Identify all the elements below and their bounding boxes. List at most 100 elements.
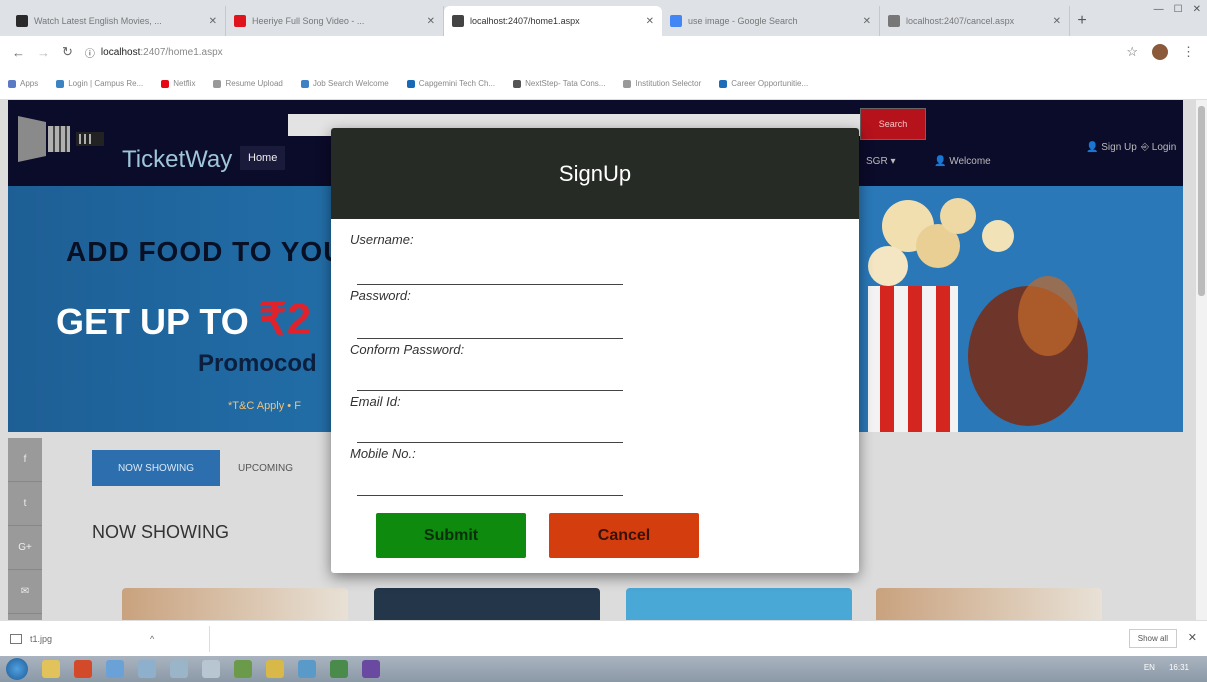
- bookmark-item[interactable]: Job Search Welcome: [300, 79, 389, 88]
- bookmark-label: Login | Campus Re...: [68, 79, 144, 88]
- signup-link[interactable]: 👤 Sign Up: [1086, 142, 1137, 153]
- apps-grid-icon: [8, 79, 16, 88]
- login-link[interactable]: ⎆ Login: [1141, 142, 1176, 153]
- bookmark-label: Netflix: [173, 79, 196, 88]
- tab-close-icon[interactable]: ✕: [646, 16, 654, 27]
- downloads-close-icon[interactable]: ✕: [1188, 631, 1197, 644]
- tab-title: use image - Google Search: [688, 16, 798, 26]
- paint-icon[interactable]: [106, 660, 124, 678]
- submit-button[interactable]: Submit: [376, 513, 526, 558]
- mobile-input[interactable]: [357, 495, 623, 496]
- system-tray: EN 16:31: [1144, 663, 1189, 672]
- signup-modal: SignUp Username: Password: Conform Passw…: [331, 128, 859, 573]
- cancel-button[interactable]: Cancel: [549, 513, 699, 558]
- tab-favicon-icon: [888, 15, 900, 27]
- file-explorer-icon[interactable]: [42, 660, 60, 678]
- username-input[interactable]: [357, 284, 623, 285]
- tab-close-icon[interactable]: ✕: [1053, 16, 1061, 27]
- bookmark-favicon-icon: [513, 79, 522, 88]
- tab-now-showing[interactable]: NOW SHOWING: [92, 450, 220, 486]
- search-button[interactable]: Search: [860, 108, 926, 140]
- google-plus-icon[interactable]: G+: [8, 526, 42, 570]
- forward-icon[interactable]: →: [37, 45, 50, 60]
- profile-avatar[interactable]: [1152, 44, 1168, 60]
- language-indicator[interactable]: EN: [1144, 663, 1155, 672]
- movie-poster[interactable]: [626, 588, 852, 620]
- minimize-icon[interactable]: —: [1154, 4, 1164, 15]
- office-icon[interactable]: [74, 660, 92, 678]
- image-file-icon: [10, 633, 22, 644]
- browser-toolbar: ← → ↻ ⓘ localhost:2407/home1.aspx ☆ ⋮: [0, 36, 1207, 68]
- chrome-icon[interactable]: [330, 660, 348, 678]
- download-options-icon[interactable]: ^: [150, 634, 154, 644]
- bookmark-label: Institution Selector: [635, 79, 702, 88]
- bookmark-item[interactable]: Netflix: [161, 79, 195, 88]
- scrollbar-thumb[interactable]: [1198, 106, 1205, 296]
- tab-upcoming[interactable]: UPCOMING: [238, 450, 293, 486]
- bookmark-item[interactable]: Career Opportunitie...: [719, 79, 808, 88]
- brand-name[interactable]: TicketWay: [122, 146, 232, 174]
- visual-studio-icon[interactable]: [362, 660, 380, 678]
- clock[interactable]: 16:31: [1169, 663, 1189, 672]
- browser-tab-active[interactable]: localhost:2407/home1.aspx ✕: [444, 6, 662, 36]
- menu-icon[interactable]: ⋮: [1182, 44, 1195, 60]
- login-label: Login: [1151, 142, 1177, 153]
- tab-close-icon[interactable]: ✕: [863, 16, 871, 27]
- password-label: Password:: [350, 288, 411, 303]
- bookmark-favicon-icon: [56, 79, 65, 88]
- bookmark-item[interactable]: NextStep- Tata Cons...: [513, 79, 605, 88]
- back-icon[interactable]: ←: [12, 45, 25, 60]
- download-item[interactable]: t1.jpg ^: [10, 625, 210, 652]
- reload-icon[interactable]: ↻: [62, 44, 73, 60]
- app-icon[interactable]: [266, 660, 284, 678]
- bookmark-favicon-icon: [161, 79, 170, 88]
- bookmark-label: Apps: [20, 79, 39, 88]
- show-all-button[interactable]: Show all: [1128, 629, 1177, 648]
- email-input[interactable]: [357, 442, 623, 443]
- new-tab-button[interactable]: +: [1070, 6, 1094, 36]
- tab-close-icon[interactable]: ✕: [209, 16, 217, 27]
- app-icon[interactable]: [234, 660, 252, 678]
- browser-tab[interactable]: localhost:2407/cancel.aspx ✕: [880, 6, 1070, 36]
- facebook-icon[interactable]: f: [8, 438, 42, 482]
- downloads-bar: t1.jpg ^ Show all ✕: [0, 620, 1207, 656]
- browser-tab[interactable]: Watch Latest English Movies, ... ✕: [8, 6, 226, 36]
- bookmark-label: NextStep- Tata Cons...: [525, 79, 606, 88]
- app-icon[interactable]: [202, 660, 220, 678]
- movie-poster[interactable]: [876, 588, 1102, 620]
- confirm-password-input[interactable]: [357, 390, 623, 391]
- bookmark-label: Capgemini Tech Ch...: [418, 79, 496, 88]
- city-dropdown[interactable]: SGR ▾: [866, 156, 895, 167]
- banner-promocode: Promocod: [198, 350, 317, 377]
- bookmark-item[interactable]: Resume Upload: [213, 79, 283, 88]
- page-scrollbar[interactable]: [1196, 100, 1207, 620]
- movie-poster[interactable]: [122, 588, 348, 620]
- window-controls: — ☐ ✕: [1154, 4, 1201, 15]
- bookmark-item[interactable]: Login | Campus Re...: [56, 79, 143, 88]
- close-window-icon[interactable]: ✕: [1193, 4, 1201, 15]
- tab-title: Watch Latest English Movies, ...: [34, 16, 162, 26]
- info-icon[interactable]: ⓘ: [85, 45, 95, 60]
- start-button-icon[interactable]: [6, 658, 28, 680]
- maximize-icon[interactable]: ☐: [1174, 4, 1183, 15]
- bookmarks-bar: Apps Login | Campus Re... Netflix Resume Up…: [0, 68, 1207, 100]
- twitter-icon[interactable]: t: [8, 482, 42, 526]
- app-icon[interactable]: [138, 660, 156, 678]
- email-icon[interactable]: ✉: [8, 570, 42, 614]
- app-icon[interactable]: [170, 660, 188, 678]
- bookmark-item[interactable]: Capgemini Tech Ch...: [406, 79, 496, 88]
- movie-poster[interactable]: [374, 588, 600, 620]
- bookmark-item[interactable]: Institution Selector: [623, 79, 701, 88]
- banner-terms: *T&C Apply • F: [228, 400, 301, 412]
- bookmark-item[interactable]: Apps: [8, 79, 38, 88]
- browser-tab[interactable]: use image - Google Search ✕: [662, 6, 880, 36]
- bookmark-star-icon[interactable]: ☆: [1126, 44, 1138, 60]
- nav-home-link[interactable]: Home: [240, 146, 286, 170]
- address-bar[interactable]: ⓘ localhost:2407/home1.aspx: [85, 41, 1114, 63]
- password-input[interactable]: [357, 338, 623, 339]
- tab-close-icon[interactable]: ✕: [427, 16, 435, 27]
- banner-offer: GET UP TO ₹2: [56, 294, 311, 345]
- tab-title: Heeriye Full Song Video - ...: [252, 16, 365, 26]
- browser-tab[interactable]: Heeriye Full Song Video - ... ✕: [226, 6, 444, 36]
- app-icon[interactable]: [298, 660, 316, 678]
